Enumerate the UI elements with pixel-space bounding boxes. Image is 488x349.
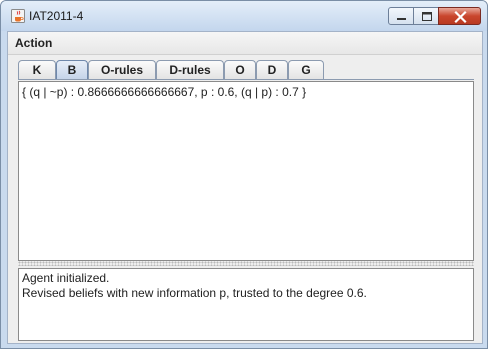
menu-bar: Action xyxy=(8,32,482,55)
title-bar[interactable]: IAT2011-4 xyxy=(1,1,487,31)
close-icon xyxy=(454,10,467,24)
maximize-icon xyxy=(422,12,432,21)
tab-b[interactable]: B xyxy=(56,60,88,80)
tab-k[interactable]: K xyxy=(18,60,56,80)
app-window: IAT2011-4 Action K B O-rules D-rules O D… xyxy=(0,0,488,349)
minimize-button[interactable] xyxy=(388,7,414,25)
client-area: Action K B O-rules D-rules O D G { (q | … xyxy=(7,31,483,344)
window-title: IAT2011-4 xyxy=(29,9,84,23)
close-button[interactable] xyxy=(438,7,481,25)
tab-d-rules[interactable]: D-rules xyxy=(156,60,224,80)
belief-panel[interactable]: { (q | ~p) : 0.8666666666666667, p : 0.6… xyxy=(18,81,474,261)
java-cup-icon xyxy=(11,9,25,23)
menu-action[interactable]: Action xyxy=(15,36,52,50)
maximize-button[interactable] xyxy=(413,7,439,25)
tab-o-rules[interactable]: O-rules xyxy=(88,60,156,80)
log-panel[interactable]: Agent initialized. Revised beliefs with … xyxy=(18,268,474,341)
split-pane-divider[interactable] xyxy=(18,261,474,266)
log-line: Revised beliefs with new information p, … xyxy=(22,286,367,300)
tab-g[interactable]: G xyxy=(288,60,324,80)
log-line: Agent initialized. xyxy=(22,271,110,285)
tab-underline xyxy=(18,79,474,80)
belief-text: { (q | ~p) : 0.8666666666666667, p : 0.6… xyxy=(22,85,307,99)
tab-d[interactable]: D xyxy=(256,60,288,80)
window-controls xyxy=(388,7,481,25)
minimize-icon xyxy=(397,18,406,20)
tab-o[interactable]: O xyxy=(224,60,256,80)
